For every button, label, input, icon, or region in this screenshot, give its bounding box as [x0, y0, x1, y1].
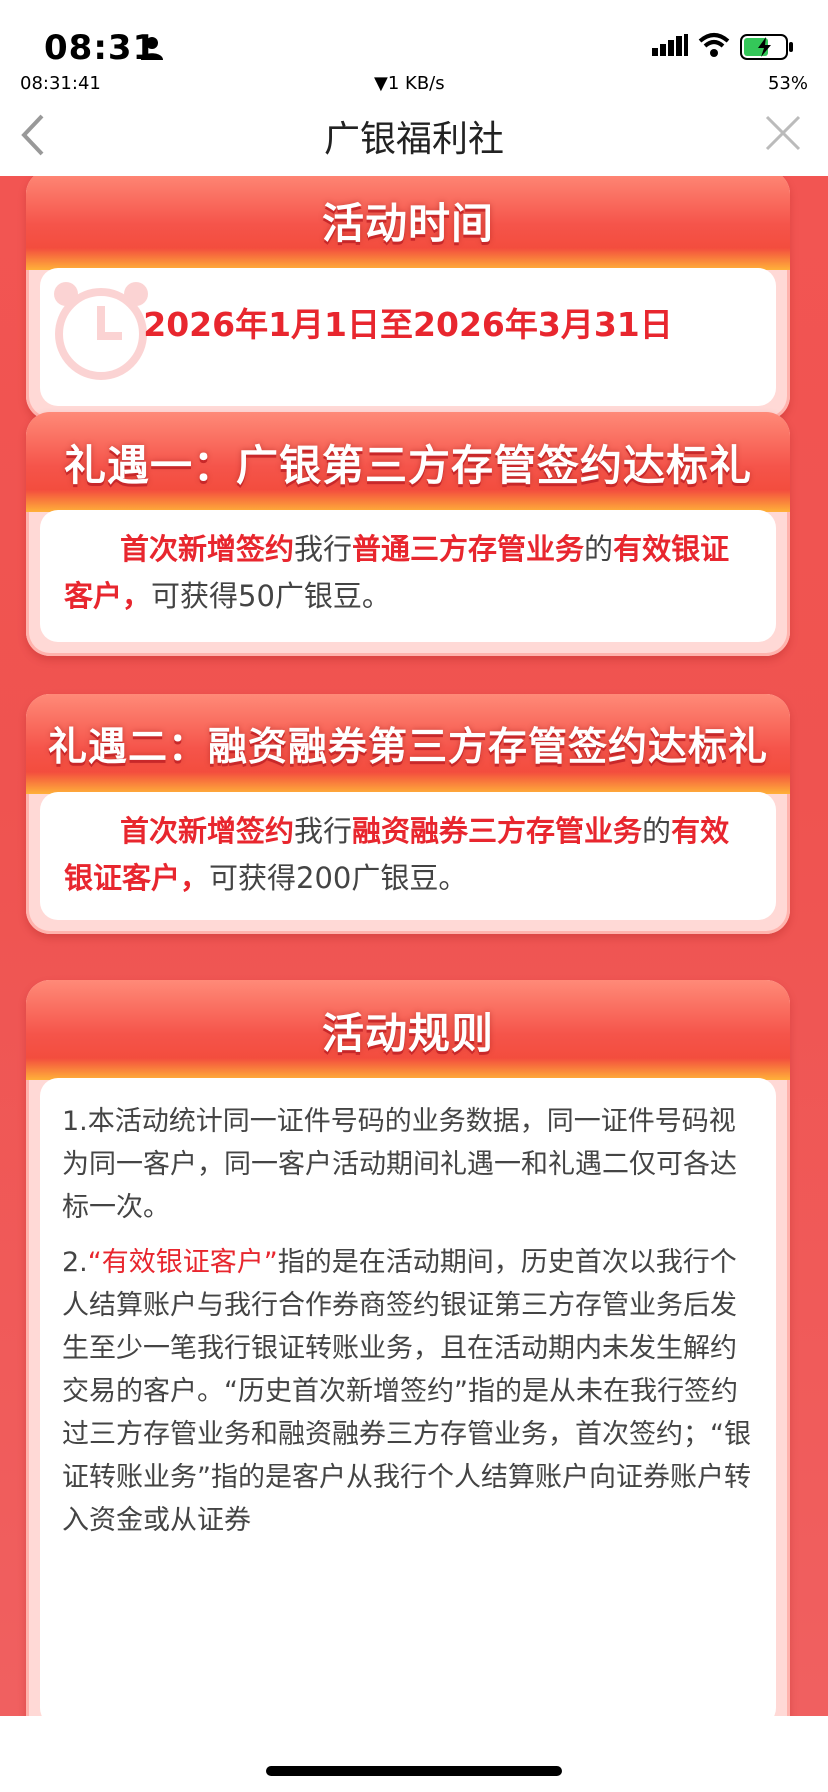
close-icon[interactable]: [764, 114, 802, 152]
gift1-highlight-first-signing: 首次新增签约: [120, 532, 295, 566]
period-heading: 活动时间: [321, 198, 494, 248]
gift2-text-of: 的: [642, 814, 672, 848]
gift2-heading: 礼遇二：融资融券第三方存管签约达标礼: [47, 725, 768, 770]
signal-icon: [652, 34, 688, 56]
gift1-card: 礼遇一：广银第三方存管签约达标礼 首次新增签约我行普通三方存管业务的有效银证客户…: [26, 412, 790, 656]
gift2-highlight-service: 融资融券三方存管业务: [352, 814, 643, 848]
rules-heading: 活动规则: [321, 1008, 494, 1058]
gift1-description: 首次新增签约我行普通三方存管业务的有效银证客户，可获得50广银豆。: [64, 526, 752, 620]
rules-card-header: 活动规则: [26, 980, 790, 1080]
gift2-reward: 可获得200广银豆。: [209, 861, 468, 895]
gift1-reward: 可获得50广银豆。: [151, 579, 391, 613]
rule-1: 1.本活动统计同一证件号码的业务数据，同一证件号码视为同一客户，同一客户活动期间…: [62, 1106, 737, 1223]
rule-2-number: 2.: [62, 1247, 88, 1278]
rule-2: 2.“有效银证客户”指的是在活动期间，历史首次以我行个人结算账户与我行合作券商签…: [62, 1241, 754, 1542]
gift1-heading: 礼遇一：广银第三方存管签约达标礼: [63, 440, 752, 490]
nav-bar: 广银福利社: [0, 100, 828, 176]
rule-2-highlight: “有效银证客户”: [87, 1247, 278, 1278]
gift2-card: 礼遇二：融资融券第三方存管签约达标礼 首次新增签约我行融资融券三方存管业务的有效…: [26, 694, 790, 934]
gift1-card-header: 礼遇一：广银第三方存管签约达标礼: [26, 412, 790, 512]
gift2-description: 首次新增签约我行融资融券三方存管业务的有效银证客户，可获得200广银豆。: [64, 808, 752, 902]
content-area: 活动时间 2026年1月1日至2026年3月31日 礼遇一：广银第三方存管签约达…: [0, 176, 828, 1716]
page-title: 广银福利社: [323, 119, 504, 160]
net-speed: ▼1 KB/s: [374, 73, 445, 94]
gift2-card-header: 礼遇二：融资融券第三方存管签约达标礼: [26, 694, 790, 794]
gift1-text-of: 的: [584, 532, 614, 566]
status-bar: 08:31 08:31:41 ▼1 KB/s 53%: [0, 0, 828, 100]
rule-2-text: 指的是在活动期间，历史首次以我行个人结算账户与我行合作券商签约银证第三方存管业务…: [62, 1247, 751, 1536]
home-indicator[interactable]: [266, 1766, 562, 1776]
gift1-text-bank: 我行: [294, 532, 353, 566]
period-card-body: 2026年1月1日至2026年3月31日: [40, 268, 776, 406]
wifi-icon: [698, 33, 730, 57]
rules-card-body: 1.本活动统计同一证件号码的业务数据，同一证件号码视为同一客户，同一客户活动期间…: [40, 1078, 776, 1716]
home-indicator-area: [0, 1716, 828, 1792]
battery-percent: 53%: [767, 73, 808, 94]
period-card: 活动时间 2026年1月1日至2026年3月31日: [26, 176, 790, 420]
gift1-card-body: 首次新增签约我行普通三方存管业务的有效银证客户，可获得50广银豆。: [40, 510, 776, 642]
period-dates: 2026年1月1日至2026年3月31日: [143, 305, 673, 344]
status-clock: 08:31:41: [20, 73, 101, 94]
battery-charging-icon: [740, 34, 793, 60]
gift2-highlight-first-signing: 首次新增签约: [120, 814, 295, 848]
person-icon: [141, 37, 163, 60]
gift2-text-bank: 我行: [294, 814, 353, 848]
gift2-card-body: 首次新增签约我行融资融券三方存管业务的有效银证客户，可获得200广银豆。: [40, 792, 776, 920]
rules-card: 活动规则 1.本活动统计同一证件号码的业务数据，同一证件号码视为同一客户，同一客…: [26, 980, 790, 1716]
period-card-header: 活动时间: [26, 176, 790, 270]
gift1-highlight-service: 普通三方存管业务: [352, 532, 585, 566]
